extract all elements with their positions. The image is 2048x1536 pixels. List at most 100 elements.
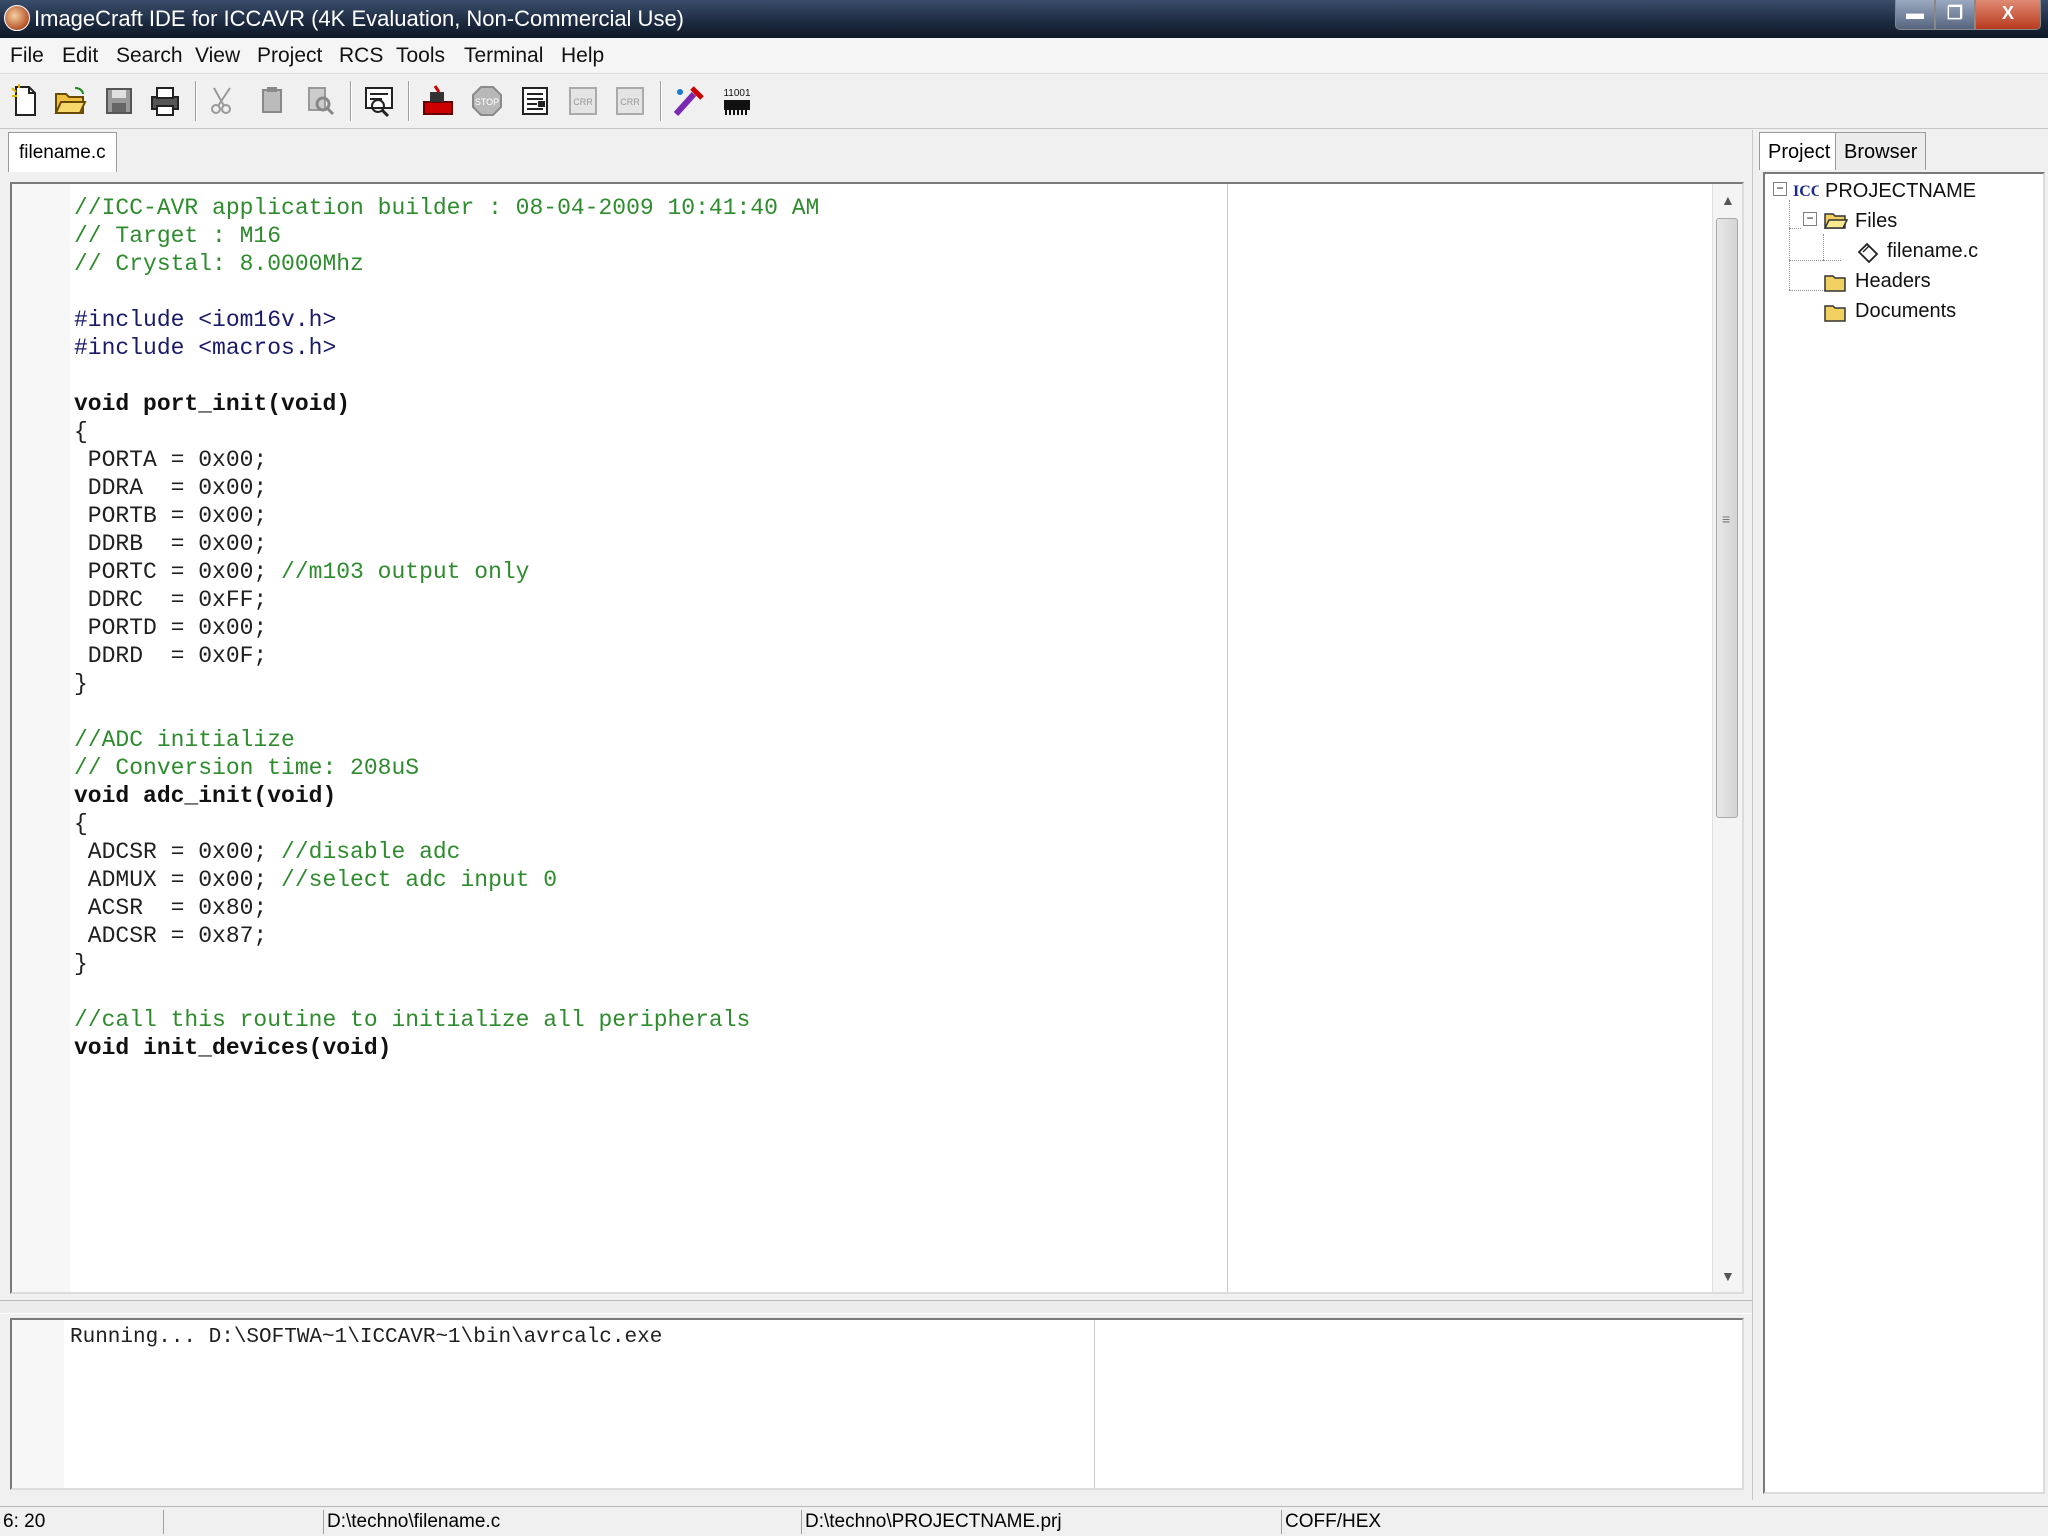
cut-icon[interactable]	[206, 84, 240, 118]
code-editor[interactable]: //ICC-AVR application builder : 08-04-20…	[10, 182, 1744, 1294]
save-icon[interactable]	[102, 84, 136, 118]
status-project-path: D:\techno\PROJECTNAME.prj	[802, 1510, 1282, 1534]
inline-comment: //select adc input 0	[281, 867, 558, 893]
code-line: //ICC-AVR application builder : 08-04-20…	[74, 190, 819, 221]
right-margin-guide	[1227, 184, 1228, 1292]
disabled-cr2-icon[interactable]: CRR	[613, 84, 647, 118]
code-text: DDRD = 0x0F;	[74, 643, 268, 669]
scrollbar-grip-icon: ≡	[1722, 511, 1731, 527]
code-line: {	[74, 806, 819, 837]
find-icon[interactable]	[303, 84, 337, 118]
menu-project[interactable]: Project	[257, 44, 322, 68]
code-line: DDRD = 0x0F;	[74, 638, 819, 669]
folder-icon	[1824, 275, 1846, 292]
programmer-icon[interactable]	[672, 84, 706, 118]
status-cursor-position: 6: 20	[0, 1510, 164, 1534]
code-line: ADCSR = 0x00; //disable adc	[74, 834, 819, 865]
print-icon[interactable]	[148, 84, 182, 118]
tab-browser[interactable]: Browser	[1835, 132, 1927, 170]
code-line: ADCSR = 0x87;	[74, 918, 819, 949]
open-folder-icon[interactable]	[53, 84, 87, 118]
menu-edit[interactable]: Edit	[62, 44, 98, 68]
code-line: #include <iom16v.h>	[74, 302, 819, 333]
source-file-icon	[1857, 242, 1879, 264]
svg-text:CRR: CRR	[620, 97, 640, 107]
status-blank-field	[164, 1510, 324, 1534]
menu-rcs[interactable]: RCS	[339, 44, 383, 68]
output-panel[interactable]: Running... D:\SOFTWA~1\ICCAVR~1\bin\avrc…	[10, 1318, 1744, 1490]
tree-file-filename-c[interactable]: filename.c	[1887, 240, 1978, 263]
copy-icon[interactable]	[256, 84, 290, 118]
ide-window: ImageCraft IDE for ICCAVR (4K Evaluation…	[0, 0, 2048, 1536]
scroll-up-arrow-icon[interactable]: ▲	[1721, 192, 1735, 208]
code-text: }	[74, 671, 88, 697]
view-icon[interactable]	[362, 84, 396, 118]
code-line: #include <macros.h>	[74, 330, 819, 361]
output-divider	[1094, 1320, 1095, 1488]
build-icon[interactable]	[421, 84, 455, 118]
output-line: Running... D:\SOFTWA~1\ICCAVR~1\bin\avrc…	[70, 1326, 663, 1349]
code-line: PORTD = 0x00;	[74, 610, 819, 641]
close-button[interactable]: X	[1975, 0, 2041, 30]
toolbar-separator	[195, 81, 197, 121]
code-line: //ADC initialize	[74, 722, 819, 753]
panel-splitter[interactable]	[0, 1300, 1752, 1314]
menu-file[interactable]: File	[10, 44, 44, 68]
code-line: }	[74, 946, 819, 977]
vertical-scrollbar[interactable]: ▲ ≡ ▼	[1712, 184, 1742, 1292]
tree-folder-headers[interactable]: Headers	[1855, 270, 1931, 293]
menu-bar: File Edit Search View Project RCS Tools …	[0, 38, 2048, 74]
disabled-cr-icon[interactable]: CRR	[566, 84, 600, 118]
icc-project-icon: ICC	[1793, 183, 1819, 200]
code-text: // Crystal: 8.0000Mhz	[74, 251, 364, 277]
scroll-down-arrow-icon[interactable]: ▼	[1721, 1268, 1735, 1284]
compile-icon[interactable]	[518, 84, 552, 118]
tab-project[interactable]: Project	[1759, 132, 1840, 170]
open-folder-icon	[1823, 213, 1849, 229]
tree-folder-documents[interactable]: Documents	[1855, 300, 1956, 323]
collapse-files-icon[interactable]: −	[1803, 212, 1817, 226]
menu-search[interactable]: Search	[116, 44, 183, 68]
menu-terminal[interactable]: Terminal	[464, 44, 543, 68]
code-text: ADCSR = 0x87;	[74, 923, 268, 949]
code-line: ​	[74, 694, 819, 722]
tree-connector	[1789, 228, 1801, 229]
binary-icon[interactable]: 11001	[720, 84, 754, 118]
code-line: //call this routine to initialize all pe…	[74, 1002, 819, 1033]
inline-comment: //m103 output only	[281, 559, 530, 585]
new-file-icon[interactable]	[8, 84, 42, 118]
folder-icon	[1824, 305, 1846, 322]
menu-view[interactable]: View	[195, 44, 240, 68]
code-line: DDRB = 0x00;	[74, 526, 819, 557]
status-bar: 6: 20 D:\techno\filename.c D:\techno\PRO…	[0, 1506, 2048, 1536]
code-line: void init_devices(void)	[74, 1030, 819, 1061]
code-line: DDRC = 0xFF;	[74, 582, 819, 613]
code-text: #include <macros.h>	[74, 335, 337, 361]
editor-area: filename.c //ICC-AVR application builder…	[0, 130, 1752, 1310]
app-icon[interactable]	[4, 5, 30, 31]
code-line: ​	[74, 274, 819, 302]
code-text: void init_devices(void)	[74, 1035, 392, 1061]
stop-icon[interactable]: STOP	[470, 84, 504, 118]
code-line: // Target : M16	[74, 218, 819, 249]
code-line: ​	[74, 358, 819, 386]
toolbar: STOP CRR CRR 11001	[0, 75, 2048, 129]
minimize-button[interactable]: ▬	[1895, 0, 1935, 30]
collapse-root-icon[interactable]: −	[1773, 182, 1787, 196]
tree-root-projectname[interactable]: PROJECTNAME	[1825, 180, 1976, 203]
code-line: void port_init(void)	[74, 386, 819, 417]
tree-folder-files[interactable]: Files	[1855, 210, 1897, 233]
project-tree: − ICC PROJECTNAME − Files filename.c Hea…	[1763, 172, 2045, 1494]
menu-tools[interactable]: Tools	[396, 44, 445, 68]
maximize-button[interactable]: ❐	[1935, 0, 1975, 30]
scrollbar-thumb[interactable]: ≡	[1716, 218, 1738, 818]
code-text: }	[74, 951, 88, 977]
toolbar-separator	[660, 81, 662, 121]
status-output-format: COFF/HEX	[1285, 1511, 1382, 1532]
menu-help[interactable]: Help	[561, 44, 604, 68]
code-line: void adc_init(void)	[74, 778, 819, 809]
tab-filename-c[interactable]: filename.c	[8, 132, 117, 172]
editor-gutter	[12, 184, 70, 1292]
code-line: ACSR = 0x80;	[74, 890, 819, 921]
svg-text:CRR: CRR	[573, 97, 593, 107]
